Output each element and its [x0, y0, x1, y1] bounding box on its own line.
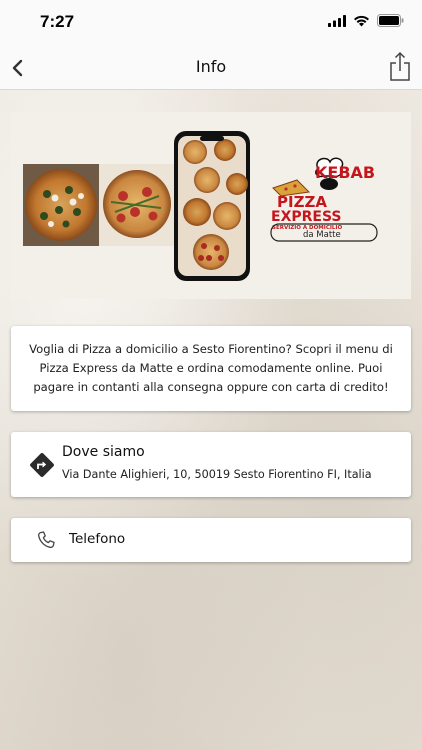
status-icons [328, 14, 404, 27]
signal-icon [328, 14, 346, 27]
intro-card: Voglia di Pizza a domicilio a Sesto Fior… [11, 326, 411, 411]
status-bar: 7:27 [0, 0, 422, 44]
page-title: Info [195, 57, 227, 76]
banner-image: KEBAB PIZZA EXPRESS SERVIZIO A DOMICILIO… [11, 112, 411, 299]
address-title: Dove siamo [62, 444, 145, 460]
pizza-photo-left [23, 164, 99, 246]
navigation-bar: Info [0, 44, 422, 90]
phone-icon [36, 530, 56, 550]
battery-icon [377, 14, 404, 27]
status-time: 7:27 [40, 12, 75, 31]
share-button[interactable] [388, 50, 412, 82]
wifi-icon [354, 15, 369, 26]
phone-card[interactable]: Telefono [11, 518, 411, 562]
address-card[interactable]: Dove siamo Via Dante Alighieri, 10, 5001… [11, 432, 411, 497]
share-icon [390, 51, 410, 81]
directions-icon [29, 452, 55, 478]
intro-text: Voglia di Pizza a domicilio a Sesto Fior… [29, 342, 393, 394]
banner-artwork: KEBAB PIZZA EXPRESS SERVIZIO A DOMICILIO… [23, 131, 378, 281]
pizza-express-logo: KEBAB PIZZA EXPRESS SERVIZIO A DOMICILIO… [270, 157, 378, 242]
logo-sub-text: da Matte [303, 230, 341, 240]
logo-express-text: EXPRESS [271, 209, 342, 225]
phone-label: Telefono [69, 531, 126, 547]
logo-kebab-text: KEBAB [315, 163, 375, 182]
address-value: Via Dante Alighieri, 10, 50019 Sesto Fio… [62, 468, 372, 481]
phone-mockup [174, 131, 250, 281]
pizza-photo-middle [99, 164, 174, 246]
